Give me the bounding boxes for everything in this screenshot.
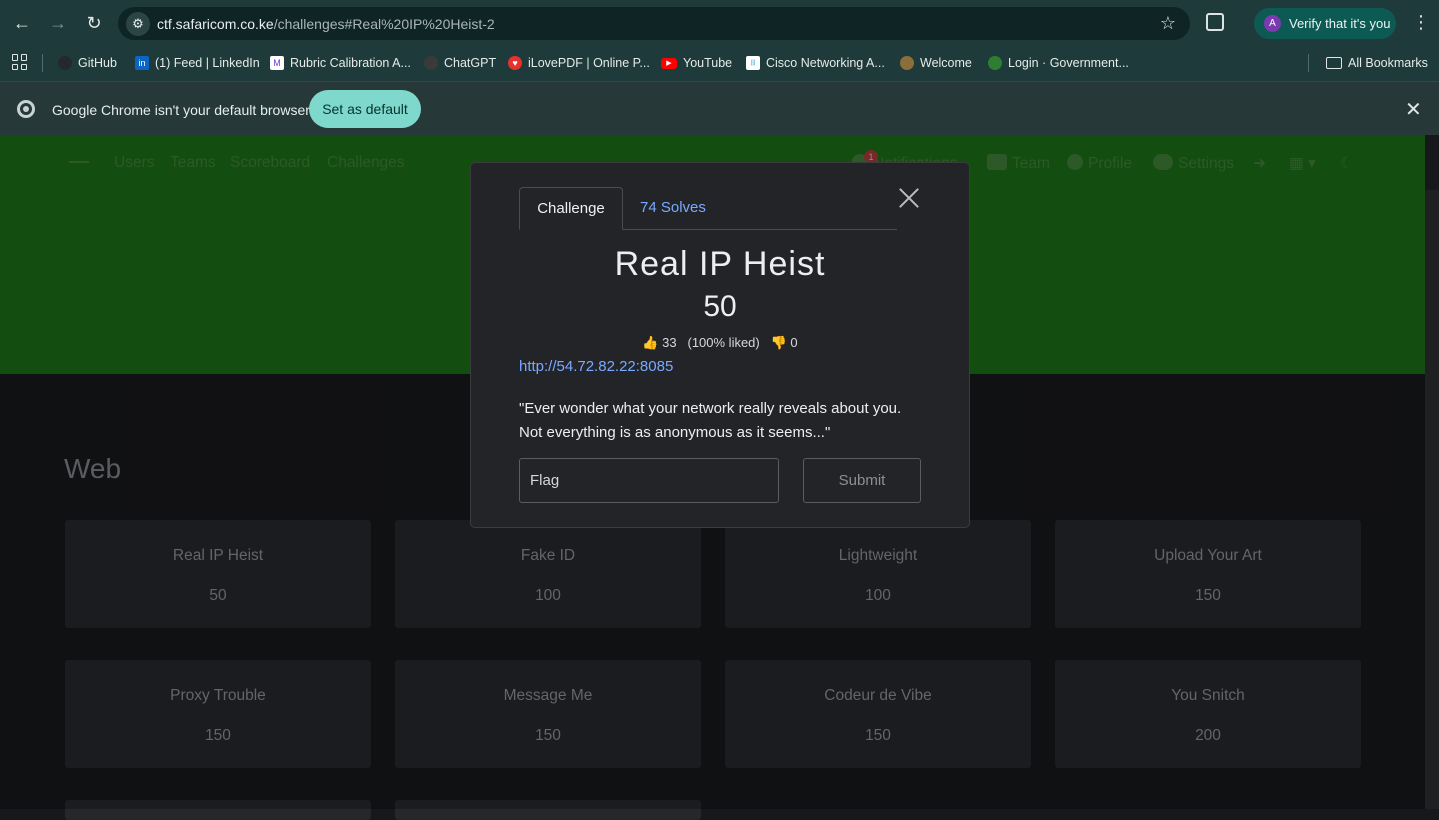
- bookmark-ilovepdf[interactable]: ♥ iLovePDF | Online P...: [508, 54, 650, 72]
- browser-toolbar: ← → ↻ ⚙ ctf.safaricom.co.ke/challenges#R…: [0, 0, 1439, 46]
- bookmark-label: Welcome: [920, 56, 972, 70]
- default-browser-infobar: Google Chrome isn't your default browser…: [0, 81, 1439, 135]
- challenge-description: "Ever wonder what your network really re…: [519, 400, 902, 441]
- bookmark-linkedin[interactable]: in (1) Feed | LinkedIn: [135, 54, 260, 72]
- bookmark-label: Rubric Calibration A...: [290, 56, 411, 70]
- bookmark-label: (1) Feed | LinkedIn: [155, 56, 260, 70]
- verify-label: Verify that it's you: [1289, 16, 1391, 31]
- bookmark-government[interactable]: Login · Government...: [988, 54, 1129, 72]
- apps-grid-icon[interactable]: [12, 54, 28, 70]
- bookmark-label: ChatGPT: [444, 56, 497, 70]
- tab-challenge[interactable]: Challenge: [519, 187, 623, 230]
- chrome-icon: [17, 100, 35, 118]
- bookmark-label: Cisco Networking A...: [766, 56, 885, 70]
- avatar: A: [1264, 15, 1281, 32]
- thumbs-down-icon[interactable]: 👎: [771, 335, 787, 351]
- address-bar[interactable]: ⚙ ctf.safaricom.co.ke/challenges#Real%20…: [118, 7, 1190, 40]
- challenge-rating: 👍 33 (100% liked) 👎 0: [471, 335, 969, 351]
- ilovepdf-icon: ♥: [508, 56, 522, 70]
- modal-tabs: Challenge 74 Solves: [519, 187, 897, 230]
- dislikes-count: 0: [790, 335, 798, 350]
- reload-icon[interactable]: ↻: [83, 12, 105, 34]
- url-host: ctf.safaricom.co.ke: [157, 16, 274, 32]
- rubric-icon: M: [270, 56, 284, 70]
- challenge-modal: Challenge 74 Solves Real IP Heist 50 👍 3…: [470, 162, 970, 528]
- bookmark-label: Login · Government...: [1008, 56, 1129, 70]
- set-default-button[interactable]: Set as default: [309, 90, 421, 128]
- linkedin-icon: in: [135, 56, 149, 70]
- bookmark-youtube[interactable]: ▶ YouTube: [661, 54, 732, 72]
- government-icon: [988, 56, 1002, 70]
- thumbs-up-icon[interactable]: 👍: [642, 335, 658, 351]
- bookmark-chatgpt[interactable]: ChatGPT: [424, 54, 496, 72]
- url-text[interactable]: ctf.safaricom.co.ke/challenges#Real%20IP…: [157, 16, 495, 32]
- chatgpt-icon: [424, 56, 438, 70]
- github-icon: [58, 56, 72, 70]
- likes-count: 33: [662, 335, 677, 350]
- flag-input[interactable]: [519, 458, 779, 503]
- bookmark-cisco[interactable]: ||| Cisco Networking A...: [746, 54, 885, 72]
- bookmarks-bar: GitHub in (1) Feed | LinkedIn M Rubric Cal…: [0, 46, 1439, 81]
- all-bookmarks-label: All Bookmarks: [1348, 56, 1428, 70]
- bookmark-github[interactable]: GitHub: [58, 54, 117, 72]
- bookmark-divider: [42, 54, 43, 72]
- close-icon[interactable]: [898, 187, 920, 209]
- bookmark-rubric[interactable]: M Rubric Calibration A...: [270, 54, 411, 72]
- bookmark-star-icon[interactable]: ☆: [1160, 13, 1176, 34]
- bookmark-label: GitHub: [78, 56, 117, 70]
- bookmark-welcome[interactable]: Welcome: [900, 54, 972, 72]
- close-icon[interactable]: ✕: [1405, 97, 1422, 122]
- cisco-icon: |||: [746, 56, 760, 70]
- challenge-value: 50: [703, 290, 737, 323]
- bookmark-divider: [1308, 54, 1309, 72]
- profile-verify-chip[interactable]: A Verify that it's you: [1254, 8, 1396, 39]
- bookmark-label: iLovePDF | Online P...: [528, 56, 650, 70]
- challenge-link[interactable]: http://54.72.82.22:8085: [519, 358, 673, 375]
- back-icon[interactable]: ←: [11, 12, 33, 34]
- site-info-icon[interactable]: ⚙: [126, 12, 150, 36]
- welcome-icon: [900, 56, 914, 70]
- forward-icon[interactable]: →: [47, 12, 69, 34]
- url-path: /challenges#Real%20IP%20Heist-2: [273, 16, 495, 32]
- tab-solves[interactable]: 74 Solves: [640, 187, 706, 230]
- liked-percent: (100% liked): [687, 335, 760, 350]
- scrollbar[interactable]: [1425, 190, 1439, 809]
- folder-icon: [1326, 57, 1342, 69]
- all-bookmarks[interactable]: All Bookmarks: [1326, 54, 1428, 72]
- youtube-icon: ▶: [661, 57, 677, 69]
- challenge-title: Real IP Heist: [614, 245, 826, 283]
- menu-icon[interactable]: ⋮: [1412, 12, 1430, 33]
- extensions-icon[interactable]: [1206, 13, 1224, 31]
- infobar-message: Google Chrome isn't your default browser: [52, 102, 310, 118]
- submit-button[interactable]: Submit: [803, 458, 921, 503]
- bookmark-label: YouTube: [683, 56, 733, 70]
